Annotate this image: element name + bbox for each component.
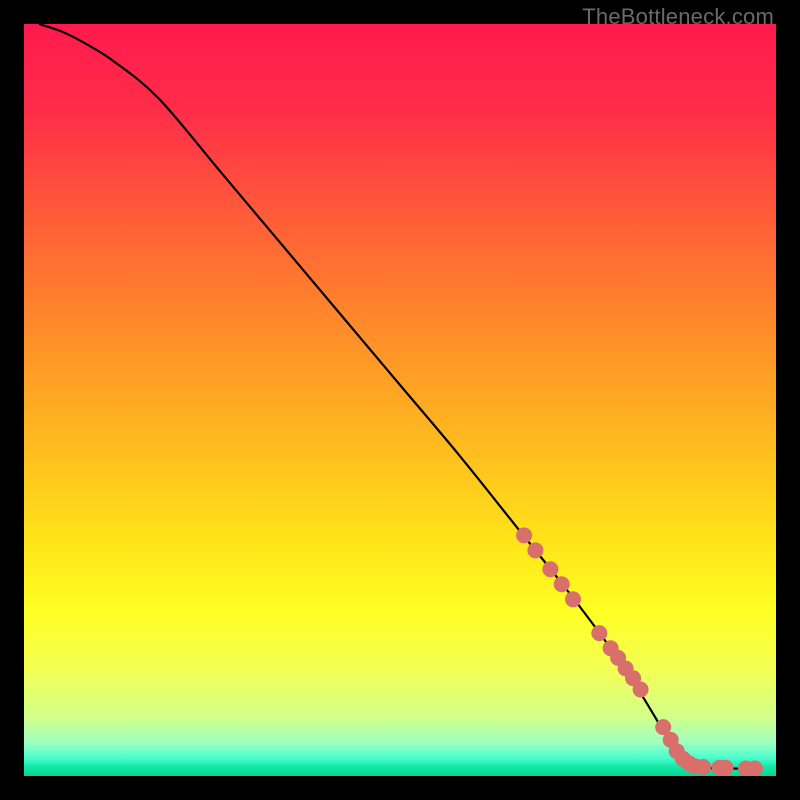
data-marker — [554, 576, 570, 592]
gradient-background — [24, 24, 776, 776]
data-marker — [633, 682, 649, 698]
data-marker — [516, 527, 532, 543]
data-marker — [565, 591, 581, 607]
data-marker — [542, 561, 558, 577]
data-marker — [695, 759, 711, 775]
chart-frame: TheBottleneck.com — [0, 0, 800, 800]
plot-area — [24, 24, 776, 776]
watermark-text: TheBottleneck.com — [582, 4, 774, 30]
chart-canvas — [24, 24, 776, 776]
data-marker — [718, 760, 734, 776]
data-marker — [591, 625, 607, 641]
data-marker — [747, 761, 763, 777]
data-marker — [527, 542, 543, 558]
